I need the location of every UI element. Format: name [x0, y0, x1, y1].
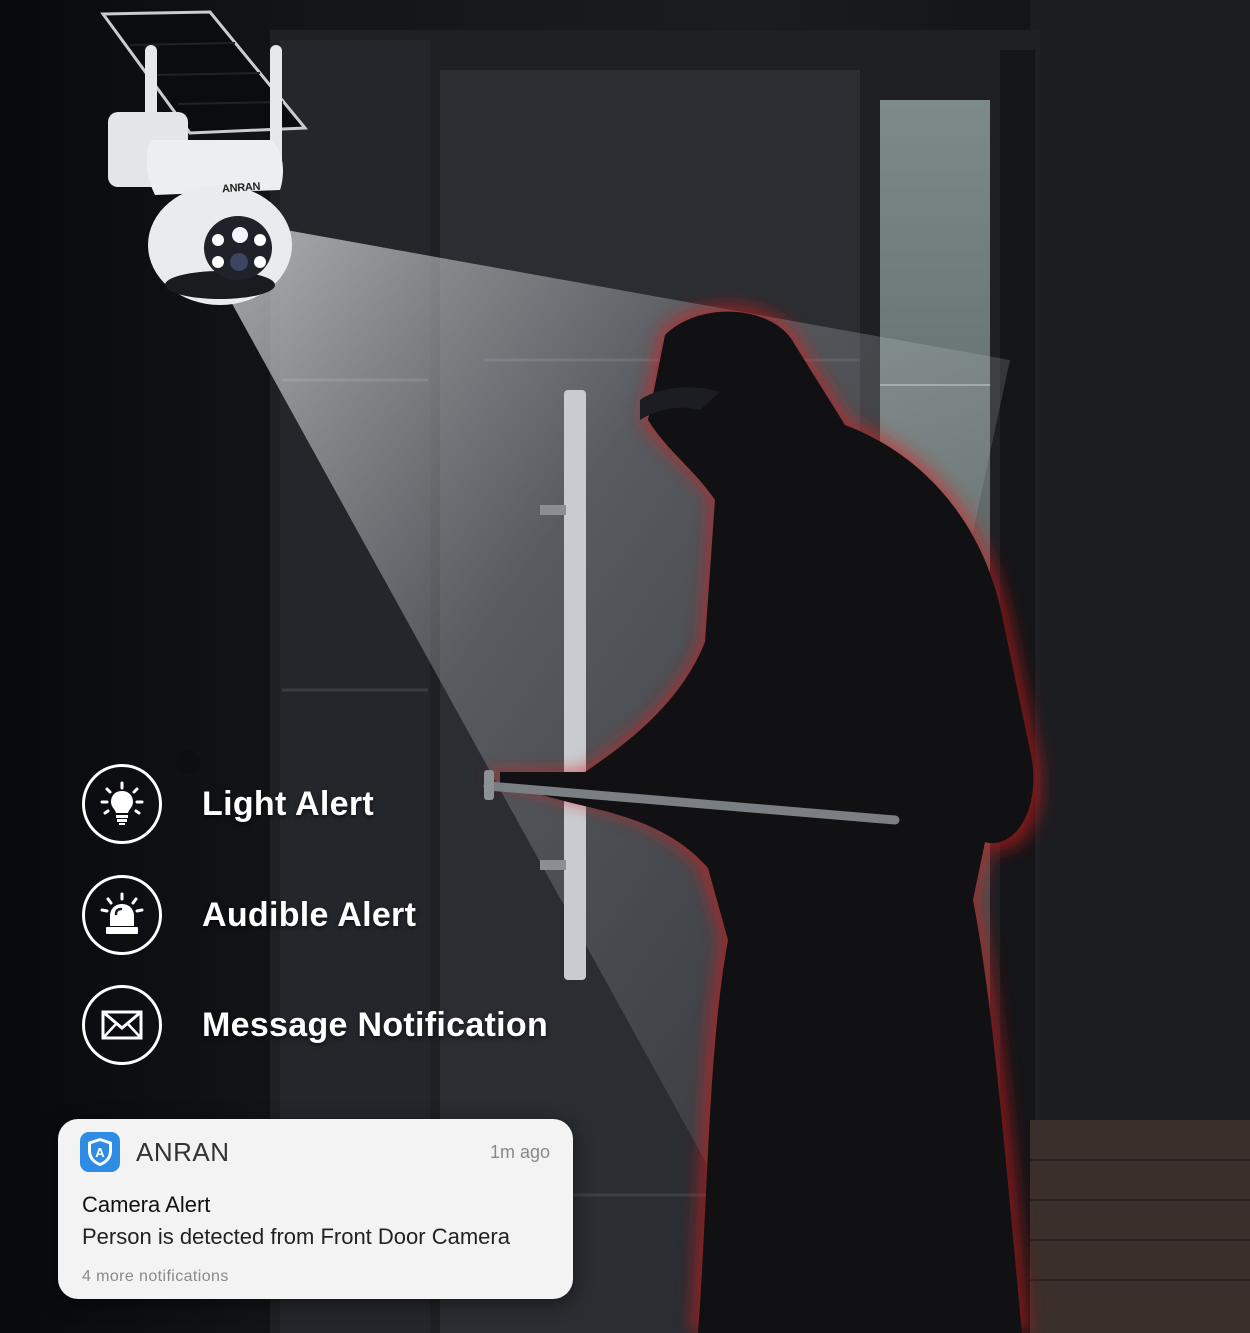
- svg-text:A: A: [95, 1145, 105, 1160]
- shield-a-icon: A: [80, 1132, 120, 1172]
- notification-header: A ANRAN 1m ago: [80, 1131, 550, 1173]
- more-notifications-link[interactable]: 4 more notifications: [82, 1268, 229, 1286]
- feature-message-notification: Message Notification: [82, 985, 548, 1065]
- feature-light-alert: Light Alert: [82, 764, 374, 844]
- notification-body: Person is detected from Front Door Camer…: [82, 1224, 510, 1249]
- feature-label: Audible Alert: [202, 895, 417, 934]
- siren-icon: [82, 875, 162, 955]
- envelope-icon: [82, 985, 162, 1065]
- notification-time: 1m ago: [489, 1141, 550, 1162]
- push-notification-card[interactable]: A ANRAN 1m ago Camera Alert Person is de…: [58, 1119, 573, 1299]
- notification-title: Camera Alert: [82, 1192, 211, 1217]
- security-scene: ANRAN Light Alert Audible Alert Message …: [0, 0, 1250, 1333]
- light-bulb-icon: [82, 764, 162, 844]
- app-name: ANRAN: [136, 1136, 230, 1167]
- feature-audible-alert: Audible Alert: [82, 875, 416, 955]
- feature-label: Message Notification: [202, 1005, 549, 1044]
- feature-label: Light Alert: [202, 784, 375, 823]
